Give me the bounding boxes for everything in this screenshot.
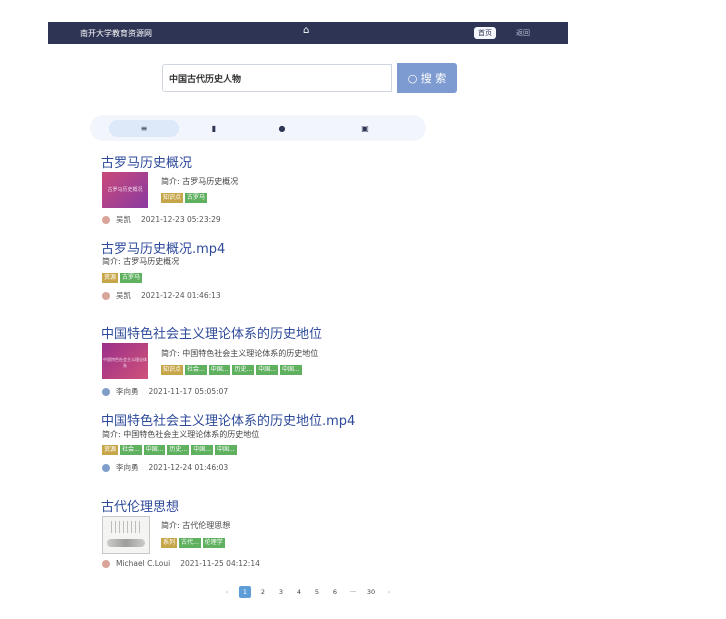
result-title[interactable]: 中国特色社会主义理论体系的历史地位 <box>101 323 322 342</box>
result-tags: 系列 古代... 伦理学 <box>161 538 225 548</box>
result-item: 中国特色社会主义理论体系的历史地位 中国特色社会主义理论体系 简介: 中国特色社… <box>101 323 322 396</box>
site-title[interactable]: 南开大学教育资源网 <box>80 28 152 39</box>
page-button[interactable]: 2 <box>257 586 269 598</box>
timestamp: 2021-12-24 01:46:13 <box>141 291 221 300</box>
tag[interactable]: 知识点 <box>161 193 184 203</box>
result-title[interactable]: 古代伦理思想 <box>101 496 179 515</box>
result-meta: 李向勇 2021-12-24 01:46:03 <box>102 462 228 473</box>
page-button[interactable]: 6 <box>329 586 341 598</box>
tag[interactable]: 社会... <box>120 445 142 455</box>
search-input[interactable] <box>162 64 392 92</box>
pagination: ‹ 1 2 3 4 5 6 ··· 30 › <box>221 586 395 598</box>
result-summary: 简介: 古罗马历史概况 <box>102 257 180 266</box>
result-title[interactable]: 古罗马历史概况 <box>101 152 192 171</box>
result-meta: 李向勇 2021-11-17 05:05:07 <box>102 386 228 397</box>
tab-resources[interactable]: ▣ <box>330 120 400 137</box>
tag[interactable]: 资源 <box>102 445 119 455</box>
timestamp: 2021-11-17 05:05:07 <box>148 387 229 396</box>
result-summary: 简介: 古罗马历史概况 <box>161 177 239 186</box>
result-summary: 简介: 中国特色社会主义理论体系的历史地位 <box>102 430 260 439</box>
home-icon[interactable]: ⌂ <box>303 25 309 36</box>
author-name[interactable]: 李向勇 <box>116 462 139 473</box>
result-type-tabbar: ≡ ▮ ● ▣ <box>90 115 426 141</box>
result-title[interactable]: 古罗马历史概况.mp4 <box>101 238 225 257</box>
return-link[interactable]: 返回 <box>516 28 530 38</box>
result-summary: 简介: 古代伦理思想 <box>161 521 231 530</box>
page-button[interactable]: 4 <box>293 586 305 598</box>
timestamp: 2021-12-24 01:46:03 <box>148 463 229 472</box>
home-button[interactable]: 首页 <box>474 27 496 39</box>
thumbnail-text: 中国特色社会主义理论体系 <box>103 357 147 368</box>
page-button[interactable]: 3 <box>275 586 287 598</box>
tag[interactable]: 古罗马 <box>120 273 143 283</box>
next-page-button[interactable]: › <box>383 586 395 598</box>
result-tags: 知识点 社会... 中国... 历史... 中国... 中国... <box>161 365 302 375</box>
tab-all[interactable]: ≡ <box>109 120 179 137</box>
avatar <box>102 215 110 224</box>
prev-page-button[interactable]: ‹ <box>221 586 233 598</box>
author-name[interactable]: Michael C.Loui <box>116 559 170 568</box>
avatar <box>102 463 110 472</box>
result-thumbnail[interactable] <box>102 516 150 554</box>
result-item: 古罗马历史概况 古罗马历史概况 简介: 古罗马历史概况 知识点 古罗马 吴凯 2… <box>101 152 238 224</box>
tag[interactable]: 古代... <box>179 538 201 548</box>
timestamp: 2021-12-23 05:23:29 <box>141 215 221 224</box>
result-thumbnail[interactable]: 古罗马历史概况 <box>102 172 148 208</box>
landscape-image <box>107 539 145 547</box>
result-meta: Michael C.Loui 2021-11-25 04:12:14 <box>102 559 260 568</box>
author-name[interactable]: 吴凯 <box>116 214 131 225</box>
thumbnail-text: 古罗马历史概况 <box>107 187 143 193</box>
page-button[interactable]: 5 <box>311 586 323 598</box>
tag[interactable]: 古罗马 <box>185 193 208 203</box>
tag[interactable]: 中国... <box>214 445 237 455</box>
page-button[interactable]: 30 <box>365 586 377 598</box>
page-ellipsis[interactable]: ··· <box>347 586 359 598</box>
result-item: 古代伦理思想 简介: 古代伦理思想 系列 古代... 伦理学 Michael C… <box>101 496 260 568</box>
result-tags: 知识点 古罗马 <box>161 193 208 203</box>
avatar <box>102 291 110 300</box>
result-meta: 吴凯 2021-12-23 05:23:29 <box>102 214 221 225</box>
result-thumbnail[interactable]: 中国特色社会主义理论体系 <box>102 343 148 379</box>
avatar <box>102 387 110 396</box>
search-button-label: 搜 索 <box>420 72 447 85</box>
user-icon: ● <box>278 124 286 133</box>
bookmark-icon: ▮ <box>211 124 217 133</box>
tag[interactable]: 历史... <box>167 445 190 455</box>
tag[interactable]: 社会... <box>185 365 207 375</box>
timestamp: 2021-11-25 04:12:14 <box>180 559 260 568</box>
result-summary: 简介: 中国特色社会主义理论体系的历史地位 <box>161 349 319 358</box>
author-name[interactable]: 李向勇 <box>116 386 139 397</box>
calligraphy-image <box>111 521 141 533</box>
list-icon: ≡ <box>140 124 148 133</box>
tag[interactable]: 中国... <box>191 445 213 455</box>
result-tags: 资源 社会... 中国... 历史... 中国... 中国... <box>102 445 237 455</box>
result-item: 古罗马历史概况.mp4 简介: 古罗马历史概况 资源 古罗马 吴凯 2021-1… <box>101 238 225 300</box>
tag[interactable]: 中国... <box>208 365 231 375</box>
tag[interactable]: 系列 <box>161 538 178 548</box>
top-navbar: 南开大学教育资源网 ⌂ 首页 返回 <box>48 22 568 44</box>
search-icon: ○ <box>407 72 418 85</box>
result-meta: 吴凯 2021-12-24 01:46:13 <box>102 290 221 301</box>
result-tags: 资源 古罗马 <box>102 273 143 283</box>
search-button[interactable]: ○ 搜 索 <box>397 63 457 93</box>
tab-knowledge[interactable]: ▮ <box>179 120 249 137</box>
tag[interactable]: 知识点 <box>161 365 184 375</box>
result-title[interactable]: 中国特色社会主义理论体系的历史地位.mp4 <box>101 410 355 429</box>
tag[interactable]: 资源 <box>102 273 119 283</box>
avatar <box>102 559 110 568</box>
tag[interactable]: 中国... <box>143 445 166 455</box>
tag[interactable]: 中国... <box>279 365 302 375</box>
tag[interactable]: 历史... <box>232 365 255 375</box>
tag[interactable]: 伦理学 <box>202 538 225 548</box>
tag[interactable]: 中国... <box>256 365 278 375</box>
tab-users[interactable]: ● <box>247 120 317 137</box>
result-item: 中国特色社会主义理论体系的历史地位.mp4 简介: 中国特色社会主义理论体系的历… <box>101 410 355 472</box>
book-icon: ▣ <box>361 124 369 133</box>
author-name[interactable]: 吴凯 <box>116 290 131 301</box>
page-button[interactable]: 1 <box>239 586 251 598</box>
